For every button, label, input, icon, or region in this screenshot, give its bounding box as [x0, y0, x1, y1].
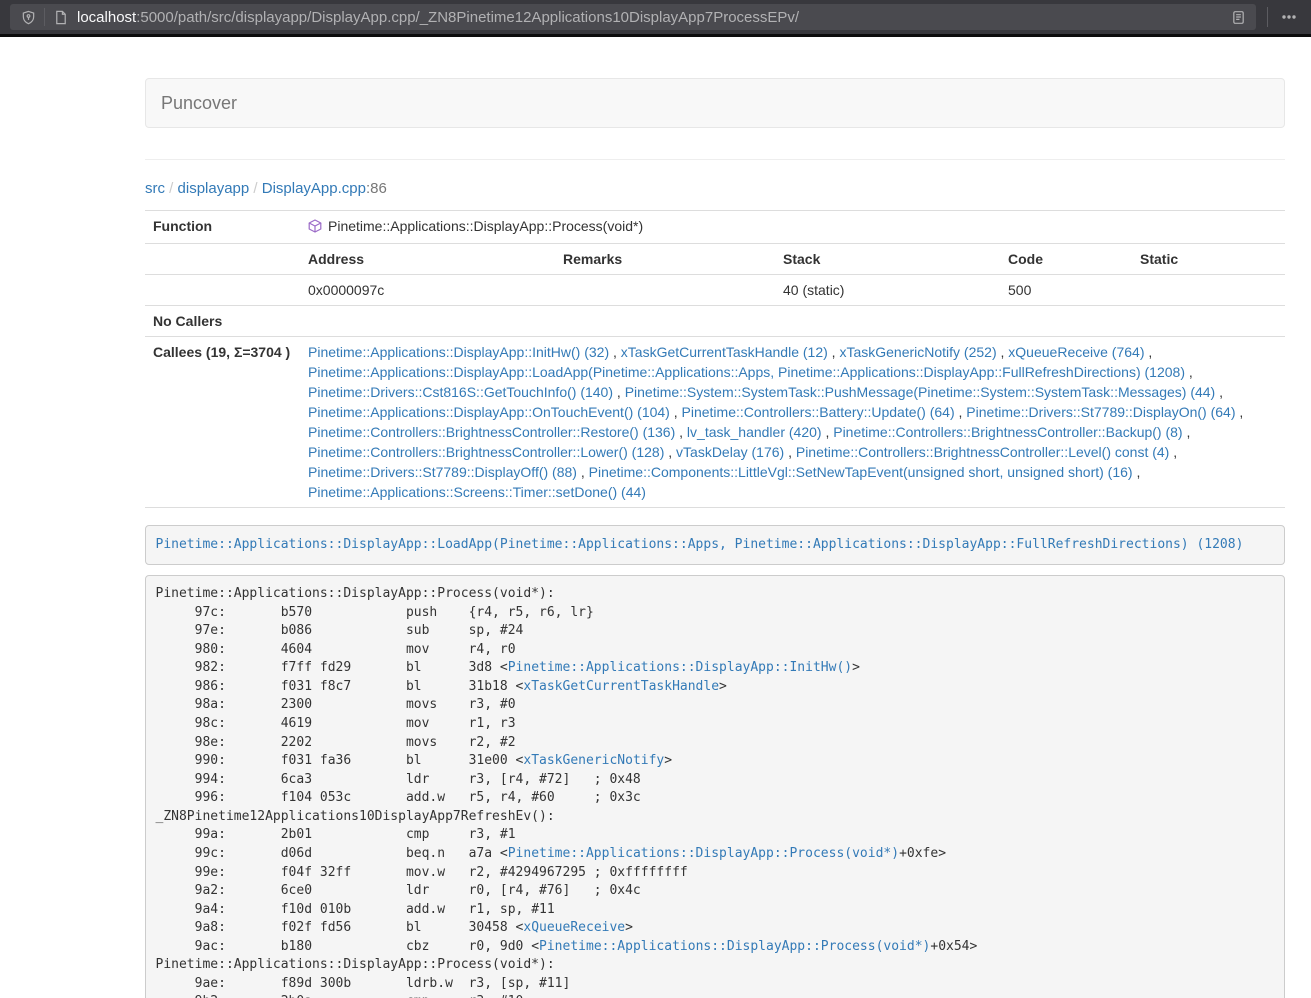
remarks-value [555, 275, 775, 306]
function-label: Function [145, 211, 300, 244]
breadcrumb-line-number: :86 [366, 180, 387, 197]
callee-link[interactable]: Pinetime::Controllers::BrightnessControl… [308, 444, 664, 460]
callee-link[interactable]: xQueueReceive (764) [1008, 344, 1144, 360]
callee-link[interactable]: xTaskGenericNotify (252) [839, 344, 996, 360]
symbol-link[interactable]: Pinetime::Applications::DisplayApp::Proc… [508, 846, 899, 861]
breadcrumb-link[interactable]: displayapp [178, 180, 250, 197]
url-text[interactable]: localhost:5000/path/src/displayapp/Displ… [77, 9, 1222, 26]
col-static: Static [1132, 244, 1285, 275]
symbol-link[interactable]: Pinetime::Applications::DisplayApp::Proc… [539, 939, 930, 954]
stats-header-row: Address Remarks Stack Code Static [145, 244, 1285, 275]
callee-link[interactable]: Pinetime::Controllers::BrightnessControl… [308, 424, 675, 440]
col-remarks: Remarks [555, 244, 775, 275]
browser-toolbar: localhost:5000/path/src/displayapp/Displ… [0, 0, 1311, 34]
callee-link[interactable]: Pinetime::Controllers::BrightnessControl… [833, 424, 1182, 440]
callee-link[interactable]: Pinetime::Components::LittleVgl::SetNewT… [589, 464, 1133, 480]
callee-link[interactable]: Pinetime::Controllers::BrightnessControl… [796, 444, 1169, 460]
reader-mode-icon[interactable] [1229, 8, 1247, 26]
breadcrumb-separator: / [165, 180, 178, 197]
horizontal-rule [145, 159, 1285, 160]
page-container: Puncover src / displayapp / DisplayApp.c… [145, 78, 1285, 998]
stack-value: 40 (static) [775, 275, 1000, 306]
callee-link[interactable]: Pinetime::Applications::Screens::Timer::… [308, 484, 646, 500]
callee-link[interactable]: Pinetime::Applications::DisplayApp::Init… [308, 344, 609, 360]
callee-link[interactable]: vTaskDelay (176) [676, 444, 784, 460]
callees-label: Callees (19, Σ=3704 ) [145, 337, 300, 508]
address-bar[interactable]: localhost:5000/path/src/displayapp/Displ… [10, 4, 1256, 30]
divider [44, 8, 45, 26]
code-value: 500 [1000, 275, 1132, 306]
col-stack: Stack [775, 244, 1000, 275]
static-value [1132, 275, 1285, 306]
callee-link[interactable]: Pinetime::Controllers::Battery::Update()… [682, 404, 955, 420]
disassembly-listing: Pinetime::Applications::DisplayApp::Proc… [145, 575, 1285, 998]
no-callers-label: No Callers [145, 306, 300, 337]
callee-link[interactable]: Pinetime::Drivers::St7789::DisplayOff() … [308, 464, 577, 480]
overflow-menu-icon [1281, 9, 1297, 25]
page-icon[interactable] [52, 8, 70, 26]
callee-link[interactable]: Pinetime::Drivers::St7789::DisplayOn() (… [966, 404, 1235, 420]
url-path: :5000/path/src/displayapp/DisplayApp.cpp… [136, 9, 799, 26]
navbar: Puncover [145, 78, 1285, 128]
overflow-menu-button[interactable] [1277, 5, 1301, 29]
breadcrumb-separator: / [249, 180, 262, 197]
callee-link[interactable]: Pinetime::Applications::DisplayApp::OnTo… [308, 404, 670, 420]
function-name: Pinetime::Applications::DisplayApp::Proc… [328, 218, 643, 234]
symbol-link[interactable]: xTaskGenericNotify [523, 753, 664, 768]
callees-list: Pinetime::Applications::DisplayApp::Init… [300, 337, 1285, 508]
toolbar-divider [1267, 7, 1268, 27]
function-row: Function Pinetime::Applications::Display… [145, 211, 1285, 244]
callee-link[interactable]: Pinetime::Drivers::Cst816S::GetTouchInfo… [308, 384, 613, 400]
url-host: localhost [77, 9, 136, 26]
col-code: Code [1000, 244, 1132, 275]
symbol-link[interactable]: Pinetime::Applications::DisplayApp::Init… [508, 660, 852, 675]
callee-link[interactable]: xTaskGetCurrentTaskHandle (12) [621, 344, 828, 360]
callee-link[interactable]: lv_task_handler (420) [687, 424, 822, 440]
breadcrumb-link[interactable]: DisplayApp.cpp [262, 180, 366, 197]
symbol-link[interactable]: xTaskGetCurrentTaskHandle [523, 679, 719, 694]
breadcrumb-link[interactable]: src [145, 180, 165, 197]
callees-row: Callees (19, Σ=3704 ) Pinetime::Applicat… [145, 337, 1285, 508]
address-value: 0x0000097c [300, 275, 555, 306]
breadcrumb: src / displayapp / DisplayApp.cpp:86 [145, 179, 1285, 199]
function-table: Function Pinetime::Applications::Display… [145, 210, 1285, 508]
cube-icon [308, 218, 322, 238]
shield-icon[interactable] [19, 8, 37, 26]
loadapp-link[interactable]: Pinetime::Applications::DisplayApp::Load… [156, 537, 1244, 552]
window-content-divider [0, 34, 1311, 37]
callee-link[interactable]: Pinetime::Applications::DisplayApp::Load… [308, 364, 1185, 380]
selected-callee-snippet: Pinetime::Applications::DisplayApp::Load… [145, 525, 1285, 565]
function-name-cell: Pinetime::Applications::DisplayApp::Proc… [300, 211, 1285, 244]
stats-value-row: 0x0000097c 40 (static) 500 [145, 275, 1285, 306]
col-address: Address [300, 244, 555, 275]
callee-link[interactable]: Pinetime::System::SystemTask::PushMessag… [625, 384, 1216, 400]
brand-link[interactable]: Puncover [161, 93, 237, 113]
no-callers-row: No Callers [145, 306, 1285, 337]
symbol-link[interactable]: xQueueReceive [523, 920, 625, 935]
